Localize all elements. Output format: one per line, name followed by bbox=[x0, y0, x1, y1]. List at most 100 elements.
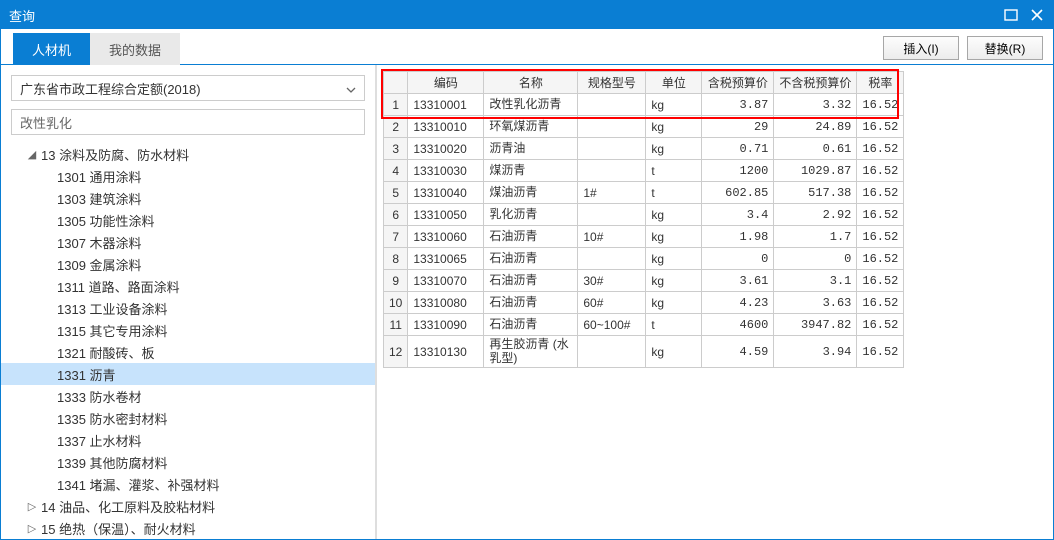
cell-unit[interactable]: t bbox=[646, 314, 702, 336]
cell-code[interactable]: 13310030 bbox=[408, 160, 484, 182]
cell-taxin[interactable]: 4.23 bbox=[702, 292, 774, 314]
cell-taxex[interactable]: 0.61 bbox=[774, 138, 857, 160]
cell-taxin[interactable]: 3.87 bbox=[702, 94, 774, 116]
cell-spec[interactable] bbox=[578, 160, 646, 182]
cell-code[interactable]: 13310090 bbox=[408, 314, 484, 336]
cell-taxin[interactable]: 29 bbox=[702, 116, 774, 138]
cell-spec[interactable] bbox=[578, 336, 646, 368]
cell-unit[interactable]: kg bbox=[646, 226, 702, 248]
cell-taxex[interactable]: 1.7 bbox=[774, 226, 857, 248]
cell-unit[interactable]: kg bbox=[646, 116, 702, 138]
table-row[interactable]: 413310030煤沥青t12001029.8716.52 bbox=[384, 160, 904, 182]
cell-name[interactable]: 石油沥青 bbox=[484, 270, 578, 292]
results-table[interactable]: 编码 名称 规格型号 单位 含税预算价 不含税预算价 税率 113310001改… bbox=[383, 71, 904, 368]
cell-spec[interactable]: 30# bbox=[578, 270, 646, 292]
cell-taxex[interactable]: 3.1 bbox=[774, 270, 857, 292]
cell-spec[interactable]: 10# bbox=[578, 226, 646, 248]
cell-name[interactable]: 环氧煤沥青 bbox=[484, 116, 578, 138]
cell-taxex[interactable]: 3.94 bbox=[774, 336, 857, 368]
cell-name[interactable]: 乳化沥青 bbox=[484, 204, 578, 226]
tree-leaf[interactable]: 1337 止水材料 bbox=[1, 429, 375, 451]
cell-name[interactable]: 石油沥青 bbox=[484, 292, 578, 314]
table-row[interactable]: 813310065石油沥青kg0016.52 bbox=[384, 248, 904, 270]
quota-dropdown[interactable]: 广东省市政工程综合定额(2018) bbox=[11, 75, 365, 101]
table-row[interactable]: 513310040煤油沥青1#t602.85517.3816.52 bbox=[384, 182, 904, 204]
col-spec[interactable]: 规格型号 bbox=[578, 72, 646, 94]
tree-node-expanded[interactable]: ◢ 13 涂料及防腐、防水材料 bbox=[1, 143, 375, 165]
expand-icon[interactable]: ▷ bbox=[25, 522, 39, 535]
search-input[interactable] bbox=[11, 109, 365, 135]
cell-spec[interactable] bbox=[578, 138, 646, 160]
cell-taxin[interactable]: 0 bbox=[702, 248, 774, 270]
cell-spec[interactable]: 1# bbox=[578, 182, 646, 204]
cell-taxex[interactable]: 3.63 bbox=[774, 292, 857, 314]
cell-code[interactable]: 13310001 bbox=[408, 94, 484, 116]
tree-leaf[interactable]: 1333 防水卷材 bbox=[1, 385, 375, 407]
tree-leaf[interactable]: 1313 工业设备涂料 bbox=[1, 297, 375, 319]
cell-code[interactable]: 13310040 bbox=[408, 182, 484, 204]
cell-name[interactable]: 再生胶沥青 (水乳型) bbox=[484, 336, 578, 368]
table-row[interactable]: 713310060石油沥青10#kg1.981.716.52 bbox=[384, 226, 904, 248]
cell-rate[interactable]: 16.52 bbox=[857, 204, 904, 226]
cell-taxex[interactable]: 24.89 bbox=[774, 116, 857, 138]
cell-spec[interactable] bbox=[578, 248, 646, 270]
cell-unit[interactable]: kg bbox=[646, 248, 702, 270]
collapse-icon[interactable]: ◢ bbox=[25, 148, 39, 161]
cell-unit[interactable]: kg bbox=[646, 292, 702, 314]
cell-unit[interactable]: kg bbox=[646, 270, 702, 292]
expand-icon[interactable]: ▷ bbox=[25, 500, 39, 513]
cell-taxin[interactable]: 3.4 bbox=[702, 204, 774, 226]
table-row[interactable]: 913310070石油沥青30#kg3.613.116.52 bbox=[384, 270, 904, 292]
cell-taxex[interactable]: 0 bbox=[774, 248, 857, 270]
cell-code[interactable]: 13310050 bbox=[408, 204, 484, 226]
cell-rate[interactable]: 16.52 bbox=[857, 138, 904, 160]
col-rate[interactable]: 税率 bbox=[857, 72, 904, 94]
tree-leaf[interactable]: 1305 功能性涂料 bbox=[1, 209, 375, 231]
tree-leaf[interactable]: 1309 金属涂料 bbox=[1, 253, 375, 275]
cell-name[interactable]: 石油沥青 bbox=[484, 226, 578, 248]
cell-spec[interactable] bbox=[578, 94, 646, 116]
tree-leaf[interactable]: 1311 道路、路面涂料 bbox=[1, 275, 375, 297]
tree-node-collapsed[interactable]: ▷15 绝热（保温）、耐火材料 bbox=[1, 517, 375, 539]
replace-button[interactable]: 替换(R) bbox=[967, 36, 1043, 60]
table-row[interactable]: 113310001改性乳化沥青kg3.873.3216.52 bbox=[384, 94, 904, 116]
cell-unit[interactable]: kg bbox=[646, 336, 702, 368]
category-tree[interactable]: ◢ 13 涂料及防腐、防水材料 1301 通用涂料1303 建筑涂料1305 功… bbox=[1, 141, 375, 539]
cell-taxin[interactable]: 1.98 bbox=[702, 226, 774, 248]
tree-leaf[interactable]: 1339 其他防腐材料 bbox=[1, 451, 375, 473]
cell-unit[interactable]: kg bbox=[646, 94, 702, 116]
table-row[interactable]: 1113310090石油沥青60~100#t46003947.8216.52 bbox=[384, 314, 904, 336]
table-row[interactable]: 313310020沥青油kg0.710.6116.52 bbox=[384, 138, 904, 160]
cell-name[interactable]: 改性乳化沥青 bbox=[484, 94, 578, 116]
cell-taxex[interactable]: 517.38 bbox=[774, 182, 857, 204]
cell-spec[interactable] bbox=[578, 116, 646, 138]
table-row[interactable]: 613310050乳化沥青kg3.42.9216.52 bbox=[384, 204, 904, 226]
cell-rate[interactable]: 16.52 bbox=[857, 336, 904, 368]
cell-rate[interactable]: 16.52 bbox=[857, 160, 904, 182]
tree-leaf[interactable]: 1331 沥青 bbox=[1, 363, 375, 385]
cell-spec[interactable] bbox=[578, 204, 646, 226]
cell-rate[interactable]: 16.52 bbox=[857, 248, 904, 270]
cell-rate[interactable]: 16.52 bbox=[857, 182, 904, 204]
insert-button[interactable]: 插入(I) bbox=[883, 36, 959, 60]
cell-taxex[interactable]: 3.32 bbox=[774, 94, 857, 116]
cell-taxex[interactable]: 3947.82 bbox=[774, 314, 857, 336]
cell-name[interactable]: 石油沥青 bbox=[484, 248, 578, 270]
cell-name[interactable]: 沥青油 bbox=[484, 138, 578, 160]
minimize-icon[interactable] bbox=[1003, 7, 1019, 23]
cell-code[interactable]: 13310065 bbox=[408, 248, 484, 270]
cell-code[interactable]: 13310130 bbox=[408, 336, 484, 368]
cell-taxin[interactable]: 3.61 bbox=[702, 270, 774, 292]
cell-code[interactable]: 13310010 bbox=[408, 116, 484, 138]
cell-rate[interactable]: 16.52 bbox=[857, 270, 904, 292]
cell-taxin[interactable]: 1200 bbox=[702, 160, 774, 182]
tree-leaf[interactable]: 1335 防水密封材料 bbox=[1, 407, 375, 429]
cell-taxin[interactable]: 4600 bbox=[702, 314, 774, 336]
cell-taxin[interactable]: 602.85 bbox=[702, 182, 774, 204]
cell-spec[interactable]: 60~100# bbox=[578, 314, 646, 336]
col-name[interactable]: 名称 bbox=[484, 72, 578, 94]
tab-mydata[interactable]: 我的数据 bbox=[90, 33, 180, 65]
table-row[interactable]: 1213310130再生胶沥青 (水乳型)kg4.593.9416.52 bbox=[384, 336, 904, 368]
cell-code[interactable]: 13310060 bbox=[408, 226, 484, 248]
cell-taxex[interactable]: 1029.87 bbox=[774, 160, 857, 182]
